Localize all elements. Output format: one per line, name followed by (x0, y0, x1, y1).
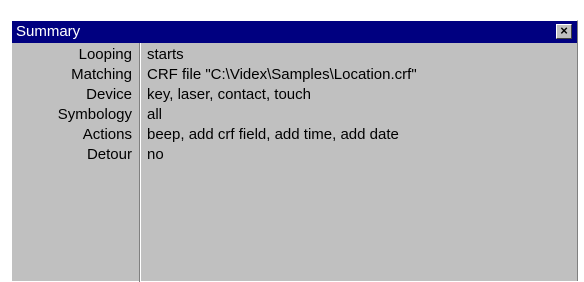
summary-window: Summary × Looping starts Matching CRF fi… (11, 20, 578, 282)
row-label: Device (86, 86, 132, 103)
row-value: starts (147, 46, 184, 63)
row-looping: Looping starts (12, 45, 577, 65)
row-value: no (147, 146, 164, 163)
title-bar[interactable]: Summary × (12, 21, 577, 43)
row-value: all (147, 106, 163, 123)
close-icon: × (560, 23, 568, 38)
close-button[interactable]: × (556, 24, 572, 39)
row-symbology: Symbology all (12, 105, 577, 125)
row-label: Matching (71, 66, 132, 83)
row-label: Symbology (57, 106, 132, 123)
row-label: Detour (86, 146, 132, 163)
row-label: Actions (82, 126, 132, 143)
summary-body: Looping starts Matching CRF file "C:\Vid… (12, 43, 577, 282)
row-device: Device key, laser, contact, touch (12, 85, 577, 105)
row-detour: Detour no (12, 145, 577, 165)
window-title: Summary (16, 23, 81, 40)
row-actions: Actions beep, add crf field, add time, a… (12, 125, 577, 145)
row-label: Looping (78, 46, 132, 63)
row-value: key, laser, contact, touch (147, 86, 311, 103)
row-value: CRF file "C:\Videx\Samples\Location.crf" (147, 66, 417, 83)
row-matching: Matching CRF file "C:\Videx\Samples\Loca… (12, 65, 577, 85)
row-value: beep, add crf field, add time, add date (147, 126, 399, 143)
